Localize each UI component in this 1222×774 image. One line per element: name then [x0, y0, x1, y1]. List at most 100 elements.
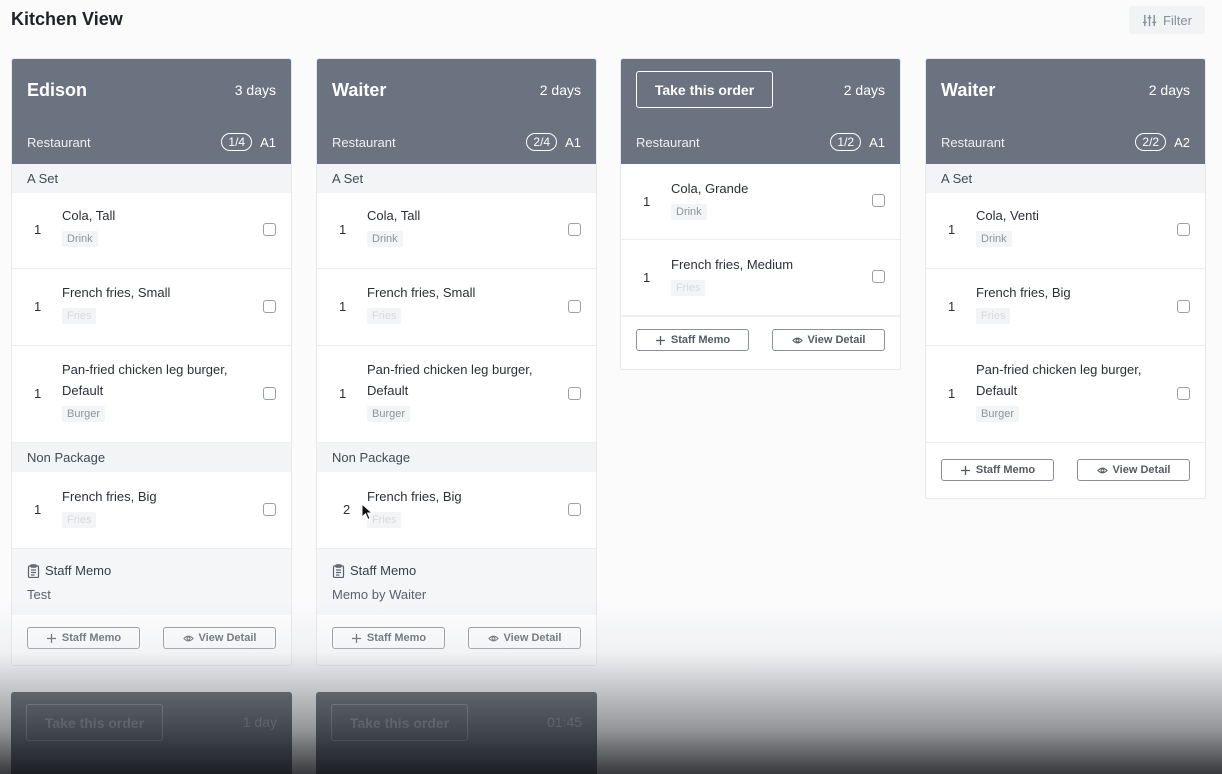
plus-icon [960, 465, 970, 475]
staff-memo-button[interactable]: Staff Memo [27, 627, 140, 649]
card-time: 1 day [242, 714, 277, 730]
view-detail-button[interactable]: View Detail [1077, 459, 1190, 481]
take-order-button[interactable]: Take this order [26, 704, 163, 741]
view-detail-button[interactable]: View Detail [772, 329, 885, 351]
card-days: 2 days [1148, 82, 1190, 98]
item-tag: Drink [367, 231, 403, 247]
item-qty: 1 [948, 386, 956, 401]
item-name: Pan-fried chicken leg burger, Default [976, 362, 1142, 398]
view-detail-button[interactable]: View Detail [468, 627, 581, 649]
group-header: A Set [12, 164, 291, 193]
item-checkbox[interactable] [568, 503, 581, 516]
restaurant-label: Restaurant [332, 134, 396, 150]
restaurant-label: Restaurant [27, 134, 91, 150]
card-actions: Staff Memo View Detail [621, 316, 900, 369]
list-item: 1 French fries, Big Fries [12, 472, 291, 549]
order-card-dark: Take this order 01:45 [316, 692, 597, 774]
item-tag: Burger [976, 406, 1020, 422]
card-actions: Staff Memo View Detail [926, 443, 1205, 498]
item-tag: Drink [976, 231, 1012, 247]
item-qty: 1 [339, 386, 347, 401]
list-item: 1 French fries, Small Fries [317, 269, 596, 346]
card-name: Waiter [941, 80, 996, 100]
card-name: Edison [27, 80, 88, 100]
item-qty: 1 [643, 194, 651, 209]
list-item: 1 Cola, Tall Drink [12, 193, 291, 269]
memo-title: Staff Memo [332, 563, 416, 578]
filter-label: Filter [1163, 12, 1192, 28]
card-header: Waiter 2 days Restaurant 2/2 A2 [926, 59, 1205, 164]
card-subline: Restaurant 2/4 A1 [332, 133, 581, 151]
staff-memo-button[interactable]: Staff Memo [941, 459, 1054, 481]
item-checkbox[interactable] [1177, 387, 1190, 400]
item-qty: 1 [34, 386, 42, 401]
item-name: French fries, Big [976, 285, 1071, 300]
card-days: 2 days [539, 82, 581, 98]
order-card: Waiter 2 days Restaurant 2/2 A2 A Set 1 … [925, 58, 1206, 499]
item-name: Cola, Tall [367, 208, 421, 223]
order-card: Waiter 2 days Restaurant 2/4 A1 A Set 1 … [316, 58, 597, 666]
group-header: Non Package [317, 443, 596, 472]
item-tag: Drink [62, 231, 98, 247]
staff-memo-button[interactable]: Staff Memo [332, 627, 445, 649]
item-checkbox[interactable] [568, 223, 581, 236]
table-number: A1 [565, 134, 581, 150]
order-card: Edison 3 days Restaurant 1/4 A1 A Set 1 … [11, 58, 292, 666]
item-checkbox[interactable] [872, 270, 885, 283]
take-order-button[interactable]: Take this order [331, 704, 468, 741]
item-checkbox[interactable] [568, 300, 581, 313]
filter-button[interactable]: Filter [1129, 6, 1205, 34]
item-name: Pan-fried chicken leg burger, Default [367, 362, 533, 398]
eye-icon [791, 337, 803, 343]
item-qty: 1 [34, 299, 42, 314]
item-checkbox[interactable] [263, 387, 276, 400]
filter-icon [1142, 14, 1157, 26]
card-header: Edison 3 days Restaurant 1/4 A1 [12, 59, 291, 164]
item-checkbox[interactable] [1177, 300, 1190, 313]
order-card-dark: Take this order 1 day [11, 692, 292, 774]
card-subline: Restaurant 1/2 A1 [636, 133, 885, 151]
list-item: 1 French fries, Medium Fries [621, 240, 900, 316]
table-number: A1 [869, 134, 885, 150]
item-checkbox[interactable] [872, 194, 885, 207]
plus-icon [46, 633, 56, 643]
card-header: Waiter 2 days Restaurant 2/4 A1 [317, 59, 596, 164]
item-checkbox[interactable] [263, 503, 276, 516]
item-checkbox[interactable] [568, 387, 581, 400]
item-tag: Fries [976, 308, 1011, 324]
plus-icon [655, 335, 665, 345]
take-order-button[interactable]: Take this order [636, 71, 773, 108]
card-subline: Restaurant 2/2 A2 [941, 133, 1190, 151]
item-tag: Burger [367, 406, 411, 422]
order-count-pill: 2/2 [1135, 133, 1167, 151]
item-checkbox[interactable] [263, 300, 276, 313]
eye-icon [487, 635, 499, 641]
item-name: French fries, Big [62, 489, 157, 504]
view-detail-button[interactable]: View Detail [163, 627, 276, 649]
card-days: 3 days [234, 82, 276, 98]
list-item: 1 Pan-fried chicken leg burger, Default … [926, 346, 1205, 443]
eye-icon [182, 635, 194, 641]
table-number: A2 [1174, 134, 1190, 150]
item-qty: 1 [948, 299, 956, 314]
staff-memo: Staff Memo Memo by Waiter [317, 549, 596, 615]
list-item: 1 Pan-fried chicken leg burger, Default … [317, 346, 596, 443]
mouse-cursor-icon [361, 503, 373, 521]
item-checkbox[interactable] [263, 223, 276, 236]
item-qty: 1 [643, 270, 651, 285]
staff-memo: Staff Memo Test [12, 549, 291, 615]
item-name: Cola, Grande [671, 181, 749, 196]
item-name: French fries, Small [367, 285, 476, 300]
item-tag: Fries [367, 308, 402, 324]
list-item: 2 French fries, Big Fries [317, 472, 596, 549]
order-count-pill: 1/4 [221, 133, 253, 151]
restaurant-label: Restaurant [636, 134, 700, 150]
item-checkbox[interactable] [1177, 223, 1190, 236]
item-qty: 1 [339, 299, 347, 314]
staff-memo-button[interactable]: Staff Memo [636, 329, 749, 351]
item-tag: Fries [62, 308, 97, 324]
card-name: Waiter [332, 80, 387, 100]
item-tag: Fries [671, 280, 706, 296]
item-name: Cola, Tall [62, 208, 116, 223]
item-qty[interactable]: 2 [343, 502, 350, 517]
